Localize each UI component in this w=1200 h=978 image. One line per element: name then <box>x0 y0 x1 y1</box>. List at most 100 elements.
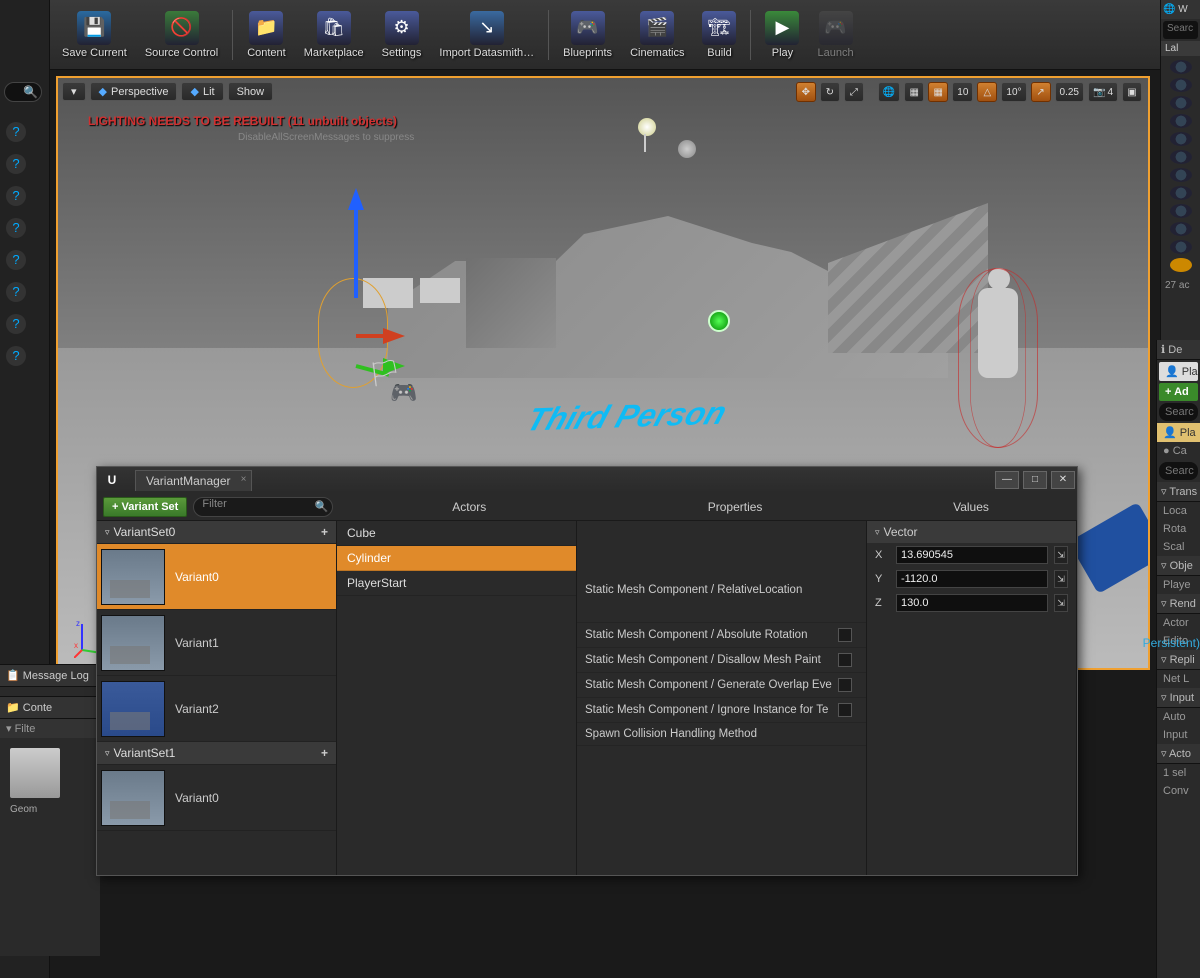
help-icon[interactable]: ? <box>6 346 26 366</box>
details-row[interactable]: Auto <box>1157 708 1200 726</box>
content-button[interactable]: 📁Content <box>239 4 294 66</box>
reset-icon[interactable]: ⇲ <box>1054 570 1068 588</box>
property-row[interactable]: Static Mesh Component / Absolute Rotatio… <box>577 623 866 648</box>
details-search[interactable]: Searc <box>1159 403 1198 421</box>
vector-y-input[interactable] <box>896 570 1048 588</box>
help-icon[interactable]: ? <box>6 218 26 238</box>
details-row[interactable]: Actor <box>1157 614 1200 632</box>
camera-speed[interactable]: 📷 4 <box>1088 82 1118 102</box>
source-control-button[interactable]: 🚫Source Control <box>137 4 226 66</box>
visibility-eye-icon[interactable] <box>1170 240 1192 254</box>
actor-row[interactable]: Cube <box>337 521 576 546</box>
visibility-eye-icon[interactable] <box>1170 96 1192 110</box>
add-variant-set-button[interactable]: + Variant Set <box>103 497 187 517</box>
add-variant-icon[interactable]: + <box>321 525 328 539</box>
vector-z-input[interactable] <box>896 594 1048 612</box>
angle-snap-toggle[interactable]: △ <box>977 82 997 102</box>
details-row[interactable]: Playe <box>1157 576 1200 594</box>
help-icon[interactable]: ? <box>6 122 26 142</box>
details-search[interactable]: Searc <box>1159 462 1198 480</box>
details-row[interactable]: Input <box>1157 726 1200 744</box>
property-row[interactable]: Static Mesh Component / Ignore Instance … <box>577 698 866 723</box>
vector-x-input[interactable] <box>896 546 1048 564</box>
transform-mode-rotate[interactable]: ↻ <box>820 82 840 102</box>
details-actor-dropdown[interactable]: 👤 Pla <box>1159 362 1198 381</box>
filters-button[interactable]: ▾ Filte <box>0 719 100 738</box>
visibility-eye-icon[interactable] <box>1170 114 1192 128</box>
build-button[interactable]: 🏗Build <box>694 4 744 66</box>
add-variant-icon[interactable]: + <box>321 746 328 760</box>
help-icon[interactable]: ? <box>6 186 26 206</box>
property-checkbox[interactable] <box>838 703 852 717</box>
surface-snap-toggle[interactable]: ▦ <box>904 82 924 102</box>
property-row[interactable]: Static Mesh Component / Disallow Mesh Pa… <box>577 648 866 673</box>
blueprints-button[interactable]: 🎮Blueprints <box>555 4 620 66</box>
visibility-eye-icon[interactable] <box>1170 132 1192 146</box>
add-component-button[interactable]: + Ad <box>1159 383 1198 401</box>
visibility-eye-icon[interactable] <box>1170 222 1192 236</box>
property-checkbox[interactable] <box>838 628 852 642</box>
details-section-header[interactable]: ▿ Input <box>1157 688 1200 708</box>
transform-mode-scale[interactable]: ⤢ <box>844 82 864 102</box>
close-button[interactable]: ✕ <box>1051 471 1075 489</box>
property-checkbox[interactable] <box>838 653 852 667</box>
visibility-eye-icon[interactable] <box>1170 258 1192 272</box>
details-section-header[interactable]: ▿ Obje <box>1157 556 1200 576</box>
coord-space-toggle[interactable]: 🌐 <box>878 82 900 102</box>
viewport-options-dropdown[interactable]: ▾ <box>62 82 86 101</box>
property-checkbox[interactable] <box>838 678 852 692</box>
save-current-button[interactable]: 💾Save Current <box>54 4 135 66</box>
help-icon[interactable]: ? <box>6 250 26 270</box>
details-section-header[interactable]: ▿ Repli <box>1157 650 1200 670</box>
details-section-header[interactable]: ▿ Trans <box>1157 482 1200 502</box>
details-row[interactable]: Conv <box>1157 782 1200 800</box>
help-icon[interactable]: ? <box>6 154 26 174</box>
visibility-eye-icon[interactable] <box>1170 78 1192 92</box>
help-icon[interactable]: ? <box>6 282 26 302</box>
search-collapsed[interactable]: 🔍 <box>4 82 42 102</box>
angle-snap-value[interactable]: 10° <box>1001 82 1026 102</box>
folder-icon[interactable] <box>10 748 60 798</box>
reset-icon[interactable]: ⇲ <box>1054 594 1068 612</box>
variant-set-header[interactable]: ▿VariantSet0+ <box>97 521 336 544</box>
transform-gizmo[interactable] <box>288 178 428 398</box>
outliner-label-header[interactable]: Lal <box>1161 41 1200 56</box>
scale-snap-value[interactable]: 0.25 <box>1055 82 1084 102</box>
play-button[interactable]: ▶Play <box>757 4 807 66</box>
details-section-header[interactable]: ▿ Rend <box>1157 594 1200 614</box>
variant-item[interactable]: Variant0 <box>97 544 336 610</box>
visibility-eye-icon[interactable] <box>1170 186 1192 200</box>
viewport-perspective-dropdown[interactable]: ◆Perspective <box>90 82 178 101</box>
settings-button[interactable]: ⚙Settings <box>374 4 430 66</box>
filter-input[interactable]: Filter🔍 <box>193 497 333 517</box>
marketplace-button[interactable]: 🛍Marketplace <box>296 4 372 66</box>
vector-section-header[interactable]: ▿Vector <box>867 521 1076 543</box>
content-browser-header[interactable]: 📁 Conte <box>0 697 100 719</box>
cinematics-button[interactable]: 🎬Cinematics <box>622 4 692 66</box>
component-row[interactable]: ● Ca <box>1157 442 1200 460</box>
reset-icon[interactable]: ⇲ <box>1054 546 1068 564</box>
property-row[interactable]: Static Mesh Component / Generate Overlap… <box>577 673 866 698</box>
details-row[interactable]: Scal <box>1157 538 1200 556</box>
maximize-viewport[interactable]: ▣ <box>1122 82 1142 102</box>
import-datasmith--button[interactable]: ↘Import Datasmith… <box>431 4 542 66</box>
component-row[interactable]: 👤 Pla <box>1157 423 1200 442</box>
variant-item[interactable]: Variant0 <box>97 765 336 831</box>
variant-manager-tab[interactable]: VariantManager × <box>135 470 252 491</box>
details-section-header[interactable]: ▿ Acto <box>1157 744 1200 764</box>
actor-row[interactable]: Cylinder <box>337 546 576 571</box>
visibility-eye-icon[interactable] <box>1170 60 1192 74</box>
viewport-lit-dropdown[interactable]: ◆Lit <box>181 82 223 101</box>
viewport-show-dropdown[interactable]: Show <box>228 82 274 101</box>
message-log-panel[interactable]: 📋 Message Log <box>0 664 100 696</box>
grid-snap-toggle[interactable]: ▦ <box>928 82 948 102</box>
variant-set-header[interactable]: ▿VariantSet1+ <box>97 742 336 765</box>
visibility-eye-icon[interactable] <box>1170 150 1192 164</box>
transform-mode-move[interactable]: ✥ <box>796 82 816 102</box>
variant-manager-titlebar[interactable]: U VariantManager × — □ ✕ <box>97 467 1077 493</box>
scale-snap-toggle[interactable]: ↗ <box>1031 82 1051 102</box>
visibility-eye-icon[interactable] <box>1170 168 1192 182</box>
property-row[interactable]: Static Mesh Component / RelativeLocation <box>577 557 866 623</box>
minimize-button[interactable]: — <box>995 471 1019 489</box>
variant-item[interactable]: Variant1 <box>97 610 336 676</box>
